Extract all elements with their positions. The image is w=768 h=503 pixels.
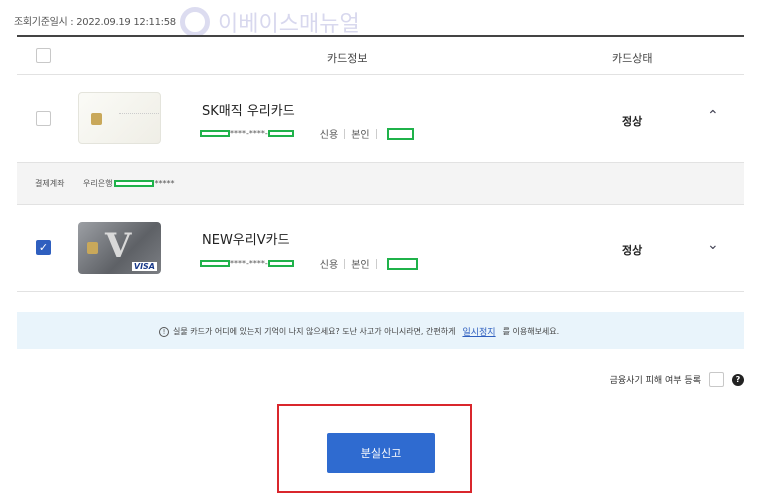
notice-text: ! 실물 카드가 어디에 있는지 기억이 나지 않으세요? 도난 사고가 아니시… [159,325,559,338]
notice-before: 실물 카드가 어디에 있는지 기억이 나지 않으세요? 도난 사고가 아니시라면… [173,327,456,336]
masked-account [114,180,155,187]
divider [344,128,346,139]
suspend-link[interactable]: 일시정지 [462,325,495,338]
card-status: 정상 [622,115,643,128]
card-checkbox[interactable] [36,111,51,126]
notice-after: 를 이용해보세요. [502,327,560,336]
chevron-up-icon[interactable]: ⌃ [707,108,719,124]
card-name: SK매직 우리카드 [202,104,295,119]
card-chip-icon [87,242,98,254]
notice-banner: ! 실물 카드가 어디에 있는지 기억이 나지 않으세요? 도난 사고가 아니시… [17,312,744,349]
card-row[interactable]: SK매직 우리카드 ****-****- 신용 본인 정상 ⌃ [17,75,744,163]
help-icon[interactable]: ? [732,373,744,386]
card-name: NEW우리V카드 [202,233,290,248]
chevron-down-icon[interactable]: ⌄ [707,237,719,253]
card-status: 정상 [622,244,643,257]
card-type: 신용 [319,260,339,271]
card-chip-icon [91,113,102,125]
card-meta: ****-****- 신용 본인 [200,126,414,141]
divider [344,258,346,269]
info-icon: ! [159,326,169,337]
account-bank: 우리은행 [83,179,113,188]
card-checkbox-checked[interactable]: ✓ [36,240,51,255]
fraud-checkbox[interactable] [709,372,724,387]
header-card-info: 카드정보 [327,52,368,65]
report-lost-button[interactable]: 분실신고 [327,433,435,473]
masked-field [386,257,418,270]
fraud-label: 금융사기 피해 여부 등록 [609,376,701,386]
visa-logo: VISA [131,262,157,271]
card-pattern [119,113,159,119]
card-owner: 본인 [351,260,370,271]
masked-number-start [200,130,230,137]
query-timestamp: 조회기준일시 : 2022.09.19 12:11:58 [14,17,176,28]
watermark-text: 이베이스매뉴얼 [218,12,360,37]
header-card-status: 카드상태 [612,52,653,65]
card-meta: ****-****- 신용 본인 [200,256,418,271]
card-v-logo-icon: V [105,226,132,266]
fraud-registration: 금융사기 피해 여부 등록 ? [610,372,744,387]
account-info: 우리은행 ***** [83,178,174,189]
account-label: 결제계좌 [35,179,65,188]
divider [375,128,377,139]
card-owner: 본인 [351,130,370,141]
payment-account-row: 결제계좌 우리은행 ***** [17,163,744,205]
watermark: 이베이스매뉴얼 [180,6,360,38]
divider [375,258,377,269]
card-row[interactable]: ✓ V VISA NEW우리V카드 ****-****- 신용 본인 정상 ⌄ [17,205,744,292]
card-type: 신용 [319,130,339,141]
masked-number-end [267,260,294,267]
select-all-checkbox[interactable] [36,48,51,63]
masked-number-text: ****-****- [230,259,268,268]
masked-field [386,127,414,140]
masked-number-start [200,260,230,267]
account-mask-suffix: ***** [154,179,175,188]
watermark-logo-icon [180,7,210,37]
table-header: 카드정보 카드상태 [17,37,744,75]
masked-number-text: ****-****- [230,129,268,138]
masked-number-end [267,130,294,137]
card-image [78,92,161,144]
card-image: V VISA [78,222,161,274]
